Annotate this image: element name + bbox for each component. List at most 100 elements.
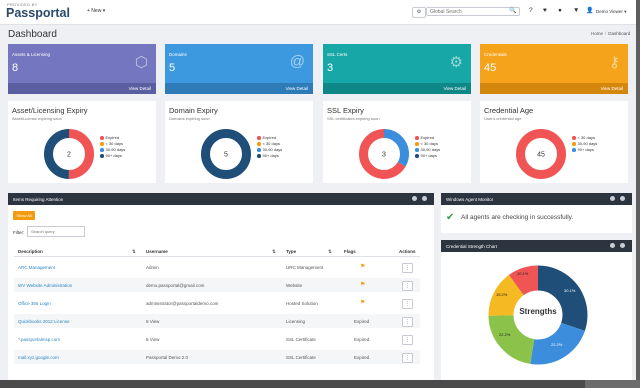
legend-swatch: [257, 154, 261, 158]
legend-swatch: [415, 148, 419, 152]
legend-label: < 30 days: [577, 135, 595, 140]
collapse-icon[interactable]: [620, 196, 625, 201]
row-type: Hosted Solution: [286, 301, 318, 306]
top-bar: PROVIDED BY Passportal + New ▾ ⚙ 🔍 ? ♥ ●…: [0, 0, 636, 25]
tile-footer[interactable]: View Detail: [165, 83, 313, 94]
row-username: 8 View: [146, 337, 160, 342]
pin-icon[interactable]: ▼: [573, 7, 579, 14]
tile-count: 5: [169, 62, 176, 74]
row-username: administrator@passportaldemo.com: [146, 301, 219, 306]
row-description-link[interactable]: *.passportalmsp.com: [18, 337, 60, 342]
sort-icon[interactable]: ⇅: [132, 249, 136, 255]
legend-swatch: [100, 148, 104, 152]
view-detail-link[interactable]: View Detail: [286, 86, 308, 91]
column-username[interactable]: Username: [146, 249, 168, 254]
legend-swatch: [572, 142, 576, 146]
tile-footer[interactable]: View Detail: [323, 83, 471, 94]
monitor-stand: [585, 380, 640, 388]
sort-icon[interactable]: ⇅: [328, 249, 332, 255]
donut-center-value: 45: [537, 152, 545, 159]
row-description-link[interactable]: ARC Management: [18, 265, 55, 270]
row-username: Passportal Demo 2.0: [146, 355, 189, 360]
row-flag-text: Expired: [354, 355, 370, 360]
monitor-bezel: [0, 380, 640, 388]
sort-icon[interactable]: ⇅: [272, 249, 276, 255]
legend-label: 90+ days: [577, 147, 594, 152]
brand-logo[interactable]: Passportal: [6, 6, 70, 20]
table-row: Office 365 Login administrator@passporta…: [14, 296, 420, 310]
search-scope-gear-icon[interactable]: ⚙: [412, 7, 426, 18]
row-description-link[interactable]: Office 365 Login: [18, 301, 51, 306]
gear-icon: ⚙: [449, 54, 463, 71]
segment-label: 10.1%: [517, 271, 529, 276]
row-actions-button[interactable]: ⋮: [402, 263, 413, 273]
row-description-link[interactable]: Quickbooks 2012 License: [18, 319, 70, 324]
card-subtitle: SSL certificates expiring soon: [327, 116, 380, 121]
refresh-icon[interactable]: [610, 196, 615, 201]
collapse-icon[interactable]: [422, 196, 427, 201]
refresh-icon[interactable]: [412, 196, 417, 201]
filter-input[interactable]: [27, 226, 85, 237]
legend-label: < 30 days: [420, 141, 438, 146]
legend-item: 90+ days: [572, 147, 597, 153]
user-icon[interactable]: 👤: [586, 7, 593, 14]
key-icon: ⚷: [609, 54, 620, 71]
legend-swatch: [257, 148, 261, 152]
row-flag-text: Expired: [354, 319, 370, 324]
filter-label: Filter:: [13, 230, 25, 235]
card-domain-expiry: Domain Expiry Domains expiring soon 5 Ex…: [165, 101, 313, 183]
row-type: URC Management: [286, 265, 324, 270]
show-all-button[interactable]: Show All: [13, 211, 35, 220]
user-menu[interactable]: Demo Viewer ▾: [596, 9, 626, 15]
new-button[interactable]: + New ▾: [87, 8, 105, 14]
collapse-icon[interactable]: [620, 243, 625, 248]
row-actions-button[interactable]: ⋮: [402, 299, 413, 309]
favorites-heart-icon[interactable]: ♥: [543, 7, 547, 14]
tile-label: Assets & Licensing: [12, 52, 51, 57]
view-detail-link[interactable]: View Detail: [601, 86, 623, 91]
legend-swatch: [257, 142, 261, 146]
column-description[interactable]: Description: [18, 249, 43, 254]
legend-swatch: [572, 136, 576, 140]
card-title: SSL Expiry: [327, 106, 364, 115]
tile-label: Credentials: [484, 52, 507, 57]
global-search-input[interactable]: [426, 7, 520, 16]
tile-footer[interactable]: View Detail: [480, 83, 628, 94]
column-type[interactable]: Type: [286, 249, 296, 254]
card-subtitle: User's credential age: [484, 116, 522, 121]
row-actions-button[interactable]: ⋮: [402, 353, 413, 363]
donut-chart: 45: [516, 129, 566, 179]
row-flag-text: Expired: [354, 337, 370, 342]
card-credential-age: Credential Age User's credential age 45 …: [480, 101, 628, 183]
search-icon[interactable]: 🔍: [509, 7, 516, 14]
row-actions-button[interactable]: ⋮: [402, 281, 413, 291]
checkmark-icon: ✔: [446, 212, 455, 223]
legend-label: 90+ days: [105, 153, 122, 158]
donut-center-value: 5: [224, 152, 228, 159]
card-title: Asset/Licensing Expiry: [12, 106, 88, 115]
tile-domains: Domains 5 @ View Detail: [165, 44, 313, 94]
row-username: Admin: [146, 265, 159, 270]
cubes-icon: ⬡: [134, 54, 148, 71]
legend-label: 30-90 days: [420, 147, 441, 152]
segment-label: 22.2%: [499, 332, 511, 337]
legend-swatch: [415, 136, 419, 140]
table-row: mail.xyz.google.com Passportal Demo 2.0 …: [14, 350, 420, 364]
tile-footer[interactable]: View Detail: [8, 83, 156, 94]
refresh-icon[interactable]: [610, 243, 615, 248]
donut-center-value: 2: [67, 152, 71, 159]
row-description-link[interactable]: WV Website Administration: [18, 283, 72, 288]
legend: Expired < 30 days 30-90 days 90+ days: [415, 135, 440, 159]
row-actions-button[interactable]: ⋮: [402, 335, 413, 345]
card-asset-expiry: Asset/Licensing Expiry Asset/License exp…: [8, 101, 156, 183]
legend-swatch: [100, 154, 104, 158]
row-actions-button[interactable]: ⋮: [402, 317, 413, 327]
donut-chart: 3: [359, 129, 409, 179]
view-detail-link[interactable]: View Detail: [129, 86, 151, 91]
segment-label: 22.2%: [551, 342, 563, 347]
help-icon[interactable]: ?: [529, 7, 533, 14]
row-description-link[interactable]: mail.xyz.google.com: [18, 355, 59, 360]
view-detail-link[interactable]: View Detail: [444, 86, 466, 91]
notifications-bell-icon[interactable]: ●: [558, 7, 562, 14]
breadcrumb-home[interactable]: Home: [591, 31, 603, 36]
